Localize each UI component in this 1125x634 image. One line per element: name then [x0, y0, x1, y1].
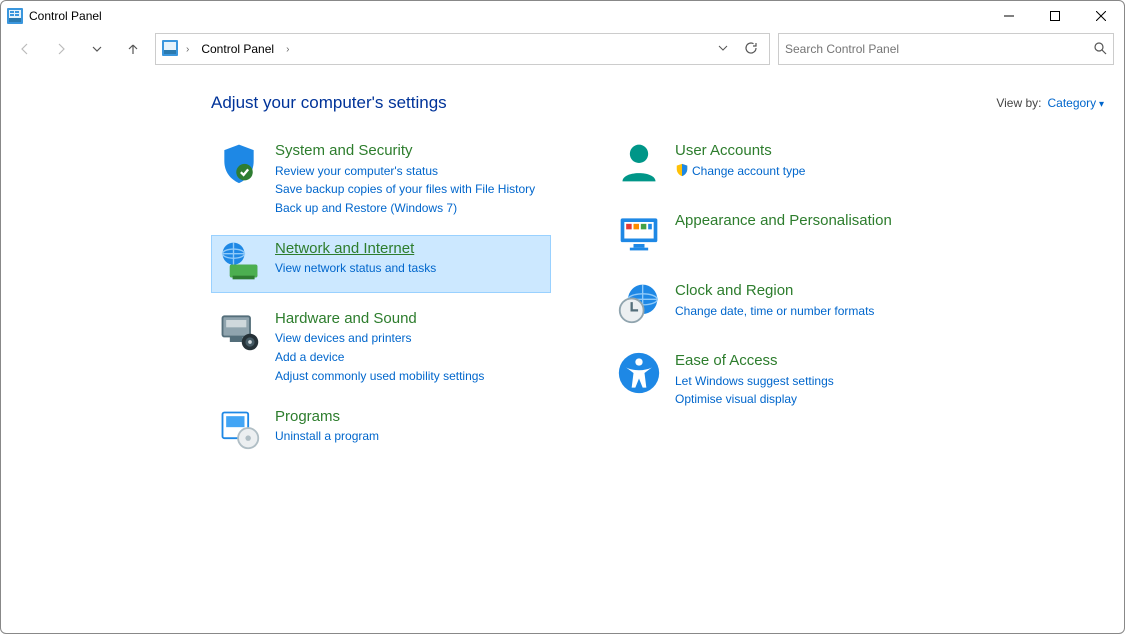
- recent-locations-button[interactable]: [83, 35, 111, 63]
- category-network-and-internet: Network and InternetView network status …: [211, 235, 551, 293]
- page-title: Adjust your computer's settings: [211, 93, 447, 113]
- control-panel-icon: [162, 40, 178, 59]
- back-button[interactable]: [11, 35, 39, 63]
- programs-icon: [215, 407, 263, 455]
- category-column-right: User Accounts Change account type Appearan…: [611, 137, 951, 473]
- category-title-system-and-security[interactable]: System and Security: [275, 141, 535, 161]
- window-controls: [986, 1, 1124, 31]
- search-input[interactable]: [785, 42, 1093, 56]
- hardware-and-sound-icon: [215, 309, 263, 357]
- category-title-appearance-and-personalisation[interactable]: Appearance and Personalisation: [675, 211, 892, 231]
- maximize-button[interactable]: [1032, 1, 1078, 31]
- network-and-internet-icon: [215, 239, 263, 287]
- window-title: Control Panel: [29, 9, 102, 23]
- titlebar: Control Panel: [1, 1, 1124, 31]
- category-column-left: System and Security Review your computer'…: [211, 137, 551, 473]
- category-link[interactable]: Adjust commonly used mobility settings: [275, 368, 484, 385]
- category-title-clock-and-region[interactable]: Clock and Region: [675, 281, 874, 301]
- user-accounts-icon: [615, 141, 663, 189]
- refresh-button[interactable]: [739, 41, 763, 58]
- view-by-label: View by:: [996, 96, 1041, 110]
- control-panel-icon: [7, 8, 23, 24]
- category-link[interactable]: View network status and tasks: [275, 260, 436, 277]
- content-area: Adjust your computer's settings View by:…: [1, 67, 1124, 473]
- category-ease-of-access: Ease of Access Let Windows suggest settin…: [611, 347, 951, 414]
- breadcrumb-chevron-icon[interactable]: ›: [282, 44, 293, 55]
- category-link[interactable]: Back up and Restore (Windows 7): [275, 200, 535, 217]
- search-box[interactable]: [778, 33, 1114, 65]
- breadcrumb-root[interactable]: Control Panel: [197, 42, 278, 56]
- close-button[interactable]: [1078, 1, 1124, 31]
- clock-and-region-icon: [615, 281, 663, 329]
- forward-button[interactable]: [47, 35, 75, 63]
- category-title-hardware-and-sound[interactable]: Hardware and Sound: [275, 309, 484, 329]
- category-link[interactable]: Add a device: [275, 349, 484, 366]
- category-link[interactable]: Save backup copies of your files with Fi…: [275, 181, 535, 198]
- category-link[interactable]: Uninstall a program: [275, 428, 379, 445]
- category-title-programs[interactable]: Programs: [275, 407, 379, 427]
- minimize-button[interactable]: [986, 1, 1032, 31]
- category-system-and-security: System and Security Review your computer'…: [211, 137, 551, 223]
- toolbar: › Control Panel ›: [1, 31, 1124, 67]
- address-history-button[interactable]: [711, 42, 735, 56]
- category-user-accounts: User Accounts Change account type: [611, 137, 951, 195]
- category-programs: ProgramsUninstall a program: [211, 403, 551, 461]
- address-bar[interactable]: › Control Panel ›: [155, 33, 770, 65]
- category-link[interactable]: View devices and printers: [275, 330, 484, 347]
- category-link[interactable]: Change account type: [675, 163, 805, 182]
- up-button[interactable]: [119, 35, 147, 63]
- category-link[interactable]: Optimise visual display: [675, 391, 834, 408]
- view-by-dropdown[interactable]: Category: [1047, 96, 1104, 110]
- category-appearance-and-personalisation: Appearance and Personalisation: [611, 207, 951, 265]
- category-title-user-accounts[interactable]: User Accounts: [675, 141, 805, 161]
- category-clock-and-region: Clock and Region Change date, time or num…: [611, 277, 951, 335]
- uac-shield-icon: [675, 163, 689, 182]
- system-and-security-icon: [215, 141, 263, 189]
- search-icon[interactable]: [1093, 41, 1107, 58]
- category-hardware-and-sound: Hardware and SoundView devices and print…: [211, 305, 551, 391]
- category-link[interactable]: Let Windows suggest settings: [675, 373, 834, 390]
- ease-of-access-icon: [615, 351, 663, 399]
- category-link[interactable]: Change date, time or number formats: [675, 303, 874, 320]
- category-title-ease-of-access[interactable]: Ease of Access: [675, 351, 834, 371]
- appearance-and-personalisation-icon: [615, 211, 663, 259]
- breadcrumb-chevron-icon[interactable]: ›: [182, 44, 193, 55]
- category-link[interactable]: Review your computer's status: [275, 163, 535, 180]
- category-title-network-and-internet[interactable]: Network and Internet: [275, 239, 436, 259]
